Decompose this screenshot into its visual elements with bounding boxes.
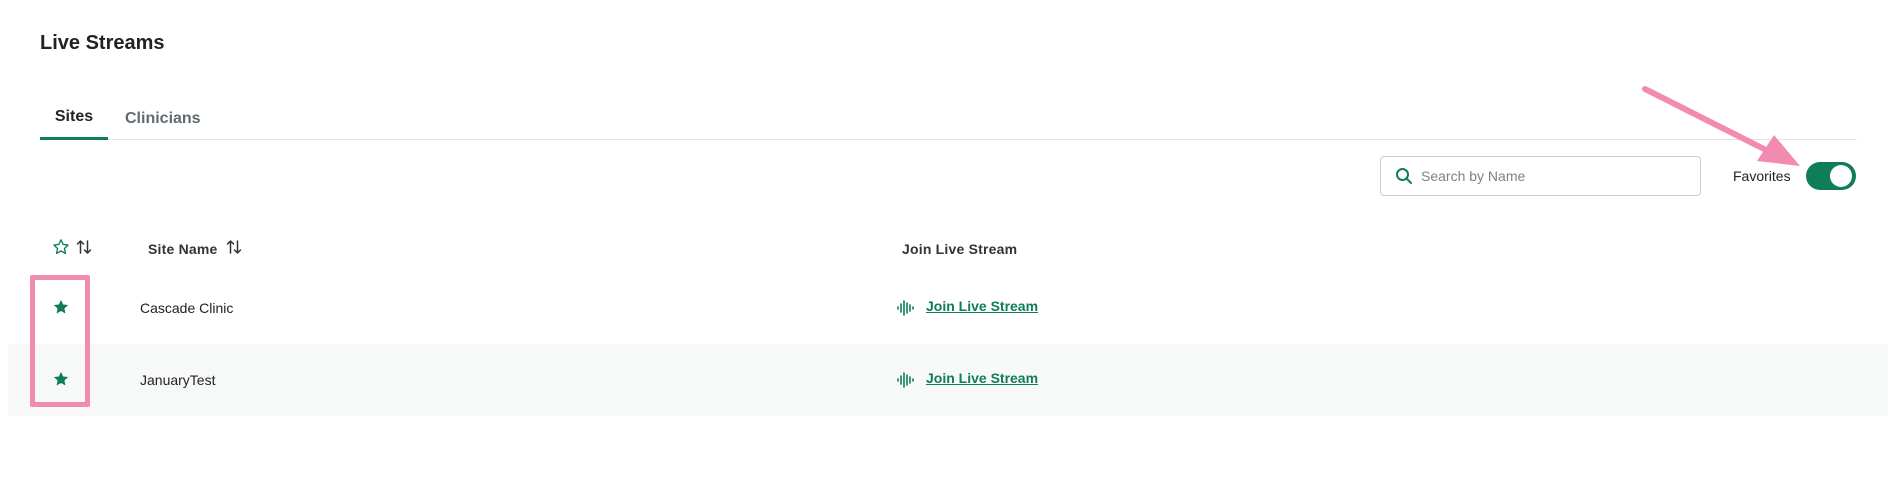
audio-wave-icon <box>897 372 914 388</box>
join-live-stream-link[interactable]: Join Live Stream <box>926 298 1038 314</box>
star-filled-icon[interactable] <box>52 298 70 316</box>
search-box[interactable] <box>1380 156 1701 196</box>
column-header-join: Join Live Stream <box>902 241 1018 257</box>
page-title: Live Streams <box>40 32 165 54</box>
audio-wave-icon <box>897 300 914 316</box>
table-row: JanuaryTest Join Live Stream <box>8 344 1888 416</box>
toggle-knob <box>1830 165 1852 187</box>
site-name: Cascade Clinic <box>140 300 234 316</box>
star-outline-icon[interactable] <box>52 238 70 256</box>
favorites-toggle[interactable] <box>1806 162 1856 190</box>
search-input[interactable] <box>1421 157 1691 195</box>
site-name: JanuaryTest <box>140 372 216 388</box>
column-header-site-name[interactable]: Site Name <box>148 241 218 257</box>
tab-clinicians[interactable]: Clinicians <box>125 92 201 140</box>
sort-arrows-icon[interactable] <box>76 238 92 256</box>
table-row: Cascade Clinic Join Live Stream <box>8 272 1888 344</box>
search-icon <box>1396 168 1412 184</box>
sort-arrows-icon[interactable] <box>226 238 242 256</box>
favorites-label: Favorites <box>1733 168 1791 184</box>
tab-sites[interactable]: Sites <box>40 92 108 140</box>
join-live-stream-link[interactable]: Join Live Stream <box>926 370 1038 386</box>
star-filled-icon[interactable] <box>52 370 70 388</box>
tab-bar: Sites Clinicians <box>40 92 1857 140</box>
